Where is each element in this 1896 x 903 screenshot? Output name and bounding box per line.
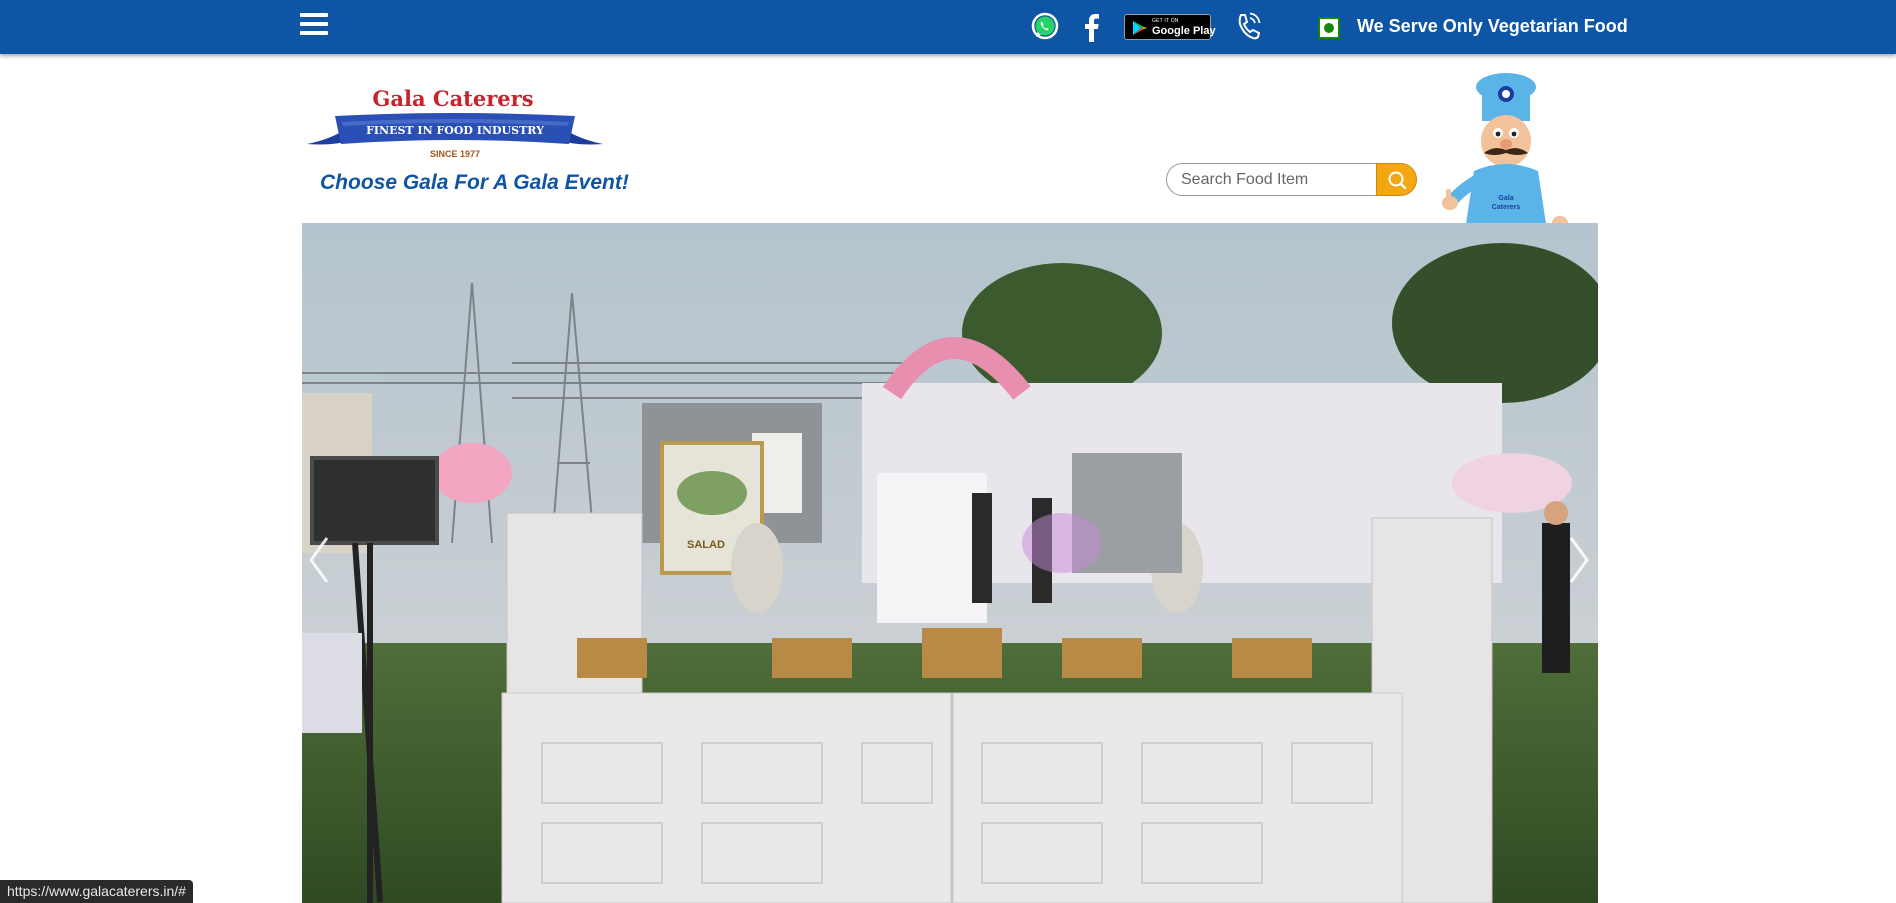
status-url-tooltip: https://www.galacaterers.in/# — [0, 880, 193, 903]
google-play-small-label: GET IT ON — [1152, 18, 1179, 24]
top-bar: GET IT ON Google Play We Serve Only Vege… — [0, 0, 1896, 54]
logo-ribbon-text: FINEST IN FOOD INDUSTRY — [366, 124, 544, 137]
google-play-icon — [1133, 21, 1147, 35]
hero-slider[interactable]: SALAD — [302, 223, 1598, 903]
google-play-badge[interactable]: GET IT ON Google Play — [1124, 14, 1216, 40]
slide-label: SALAD — [687, 539, 725, 551]
chef-mascot-icon: Gala Caterers — [1442, 73, 1568, 237]
veg-mark-icon — [1318, 17, 1340, 39]
hamburger-menu-icon[interactable] — [300, 13, 328, 39]
veg-text: We Serve Only Vegetarian Food — [1357, 16, 1628, 36]
svg-text:Gala: Gala — [1498, 195, 1513, 202]
search-input[interactable] — [1166, 163, 1378, 196]
search-box — [1166, 163, 1418, 196]
search-icon — [1388, 171, 1407, 190]
search-button[interactable] — [1376, 163, 1417, 196]
chevron-left-icon[interactable] — [305, 530, 335, 590]
hero-slide-image: SALAD — [302, 223, 1598, 903]
chevron-right-icon[interactable] — [1563, 530, 1593, 590]
gala-caterers-logo[interactable]: Gala Caterers FINEST IN FOOD INDUSTRY SI… — [305, 86, 605, 162]
svg-text:Gala Caterers: Gala Caterers — [372, 86, 533, 111]
tagline: Choose Gala For A Gala Event! — [320, 171, 629, 194]
google-play-label: Google Play — [1152, 25, 1216, 37]
facebook-icon[interactable] — [1081, 12, 1101, 42]
phone-icon[interactable] — [1235, 12, 1261, 40]
logo-since-text: SINCE 1977 — [430, 149, 480, 159]
svg-text:Caterers: Caterers — [1492, 204, 1521, 211]
whatsapp-icon[interactable] — [1031, 12, 1059, 40]
